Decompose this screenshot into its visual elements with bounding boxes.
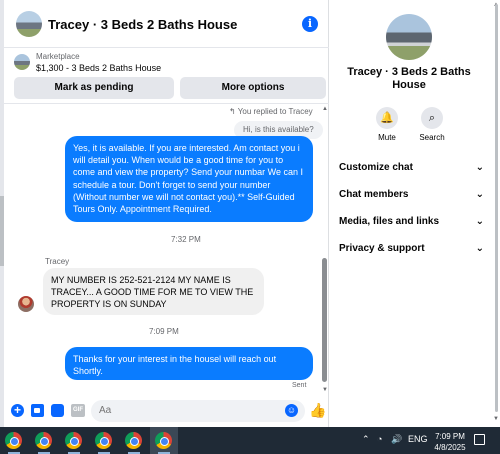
replied-note: ↰ You replied to Tracey [229, 107, 313, 116]
message-thread[interactable]: ↰ You replied to Tracey Hi, is this avai… [4, 104, 329, 396]
section-chat-members[interactable]: Chat members ⌄ [339, 189, 484, 209]
mute-label: Mute [378, 133, 396, 142]
chrome-app-icon[interactable] [5, 432, 22, 449]
timestamp: 7:09 PM [149, 327, 179, 336]
image-icon[interactable] [31, 404, 44, 417]
plus-icon[interactable]: + [11, 404, 24, 417]
more-options-button[interactable]: More options [180, 77, 326, 99]
chrome-app-icon[interactable] [35, 432, 52, 449]
panel-scrollbar[interactable]: ▲ ▼ [492, 0, 500, 427]
search-icon[interactable]: ⌕ [421, 107, 443, 129]
replied-note-text: You replied to Tracey [237, 107, 313, 116]
section-label: Customize chat [339, 162, 413, 173]
outgoing-message[interactable]: Thanks for your interest in the housel w… [65, 347, 313, 380]
chevron-up-icon[interactable]: ⌃ [362, 434, 370, 445]
thread-scrollbar-thumb[interactable] [322, 258, 327, 382]
section-label: Media, files and links [339, 216, 440, 227]
outgoing-message[interactable]: Yes, it is available. If you are interes… [65, 136, 313, 222]
search-action[interactable]: ⌕ Search [412, 107, 452, 142]
section-privacy-support[interactable]: Privacy & support ⌄ [339, 243, 484, 263]
messenger-window: Tracey · 3 Beds 2 Baths House i Marketpl… [0, 0, 500, 427]
volume-icon[interactable]: 🔊 [391, 434, 402, 445]
listing-price-title[interactable]: $1,300 - 3 Beds 2 Baths House [36, 63, 161, 73]
timestamp: 7:32 PM [171, 235, 201, 244]
notification-icon[interactable] [474, 434, 485, 445]
panel-avatar[interactable] [386, 14, 432, 60]
sender-avatar[interactable] [18, 296, 34, 312]
conversation-details-panel: Tracey · 3 Beds 2 Baths House 🔔 Mute ⌕ S… [330, 0, 500, 427]
clock-time: 7:09 PM [435, 432, 465, 441]
chat-column: Tracey · 3 Beds 2 Baths House i Marketpl… [4, 0, 329, 427]
gif-icon[interactable]: GIF [71, 404, 85, 417]
chrome-app-icon[interactable] [65, 432, 82, 449]
thumbs-up-icon[interactable]: 👍 [309, 402, 326, 419]
info-icon[interactable]: i [302, 16, 318, 32]
panel-scrollbar-thumb[interactable] [495, 4, 498, 412]
message-status: Sent [292, 382, 307, 389]
section-media-files-links[interactable]: Media, files and links ⌄ [339, 216, 484, 236]
chat-header: Tracey · 3 Beds 2 Baths House i [4, 0, 329, 48]
sticker-icon[interactable] [51, 404, 64, 417]
wifi-icon[interactable]: ◔ [377, 434, 382, 444]
chat-title[interactable]: Tracey · 3 Beds 2 Baths House [48, 17, 237, 32]
bell-icon[interactable]: 🔔 [376, 107, 398, 129]
chevron-down-icon: ⌄ [475, 162, 484, 173]
incoming-message[interactable]: MY NUMBER IS 252-521-2124 MY NAME IS TRA… [43, 268, 264, 315]
composer: + GIF ☺ 👍 [4, 396, 329, 427]
windows-taskbar: ⌃ ◔ 🔊 ENG 7:09 PM 4/8/2025 [0, 427, 500, 454]
language-indicator[interactable]: ENG [408, 434, 428, 444]
listing-thumbnail[interactable] [14, 54, 30, 70]
marketplace-listing-bar: Marketplace $1,300 - 3 Beds 2 Baths Hous… [4, 48, 329, 104]
scroll-down-arrow-icon[interactable]: ▼ [493, 416, 499, 422]
message-input[interactable] [91, 400, 305, 422]
emoji-icon[interactable]: ☺ [285, 404, 298, 417]
chrome-app-icon[interactable] [125, 432, 142, 449]
mute-action[interactable]: 🔔 Mute [367, 107, 407, 142]
chevron-down-icon: ⌄ [475, 243, 484, 254]
section-label: Privacy & support [339, 243, 425, 254]
listing-avatar[interactable] [16, 11, 42, 37]
scroll-up-arrow-icon[interactable]: ▲ [322, 106, 328, 112]
chevron-down-icon: ⌄ [475, 189, 484, 200]
section-label: Chat members [339, 189, 409, 200]
clock-date: 4/8/2025 [434, 443, 466, 452]
search-label: Search [419, 133, 445, 142]
clock[interactable]: 7:09 PM 4/8/2025 [432, 431, 468, 453]
chevron-down-icon: ⌄ [475, 216, 484, 227]
scroll-down-arrow-icon[interactable]: ▼ [322, 387, 328, 393]
sender-name: Tracey [45, 257, 70, 266]
section-customize-chat[interactable]: Customize chat ⌄ [339, 162, 484, 182]
mark-as-pending-button[interactable]: Mark as pending [14, 77, 174, 99]
reply-icon: ↰ [229, 107, 238, 116]
chrome-app-icon[interactable] [155, 432, 172, 449]
panel-title: Tracey · 3 Beds 2 Baths House [347, 66, 471, 91]
chrome-app-icon[interactable] [95, 432, 112, 449]
listing-category: Marketplace [36, 52, 80, 61]
